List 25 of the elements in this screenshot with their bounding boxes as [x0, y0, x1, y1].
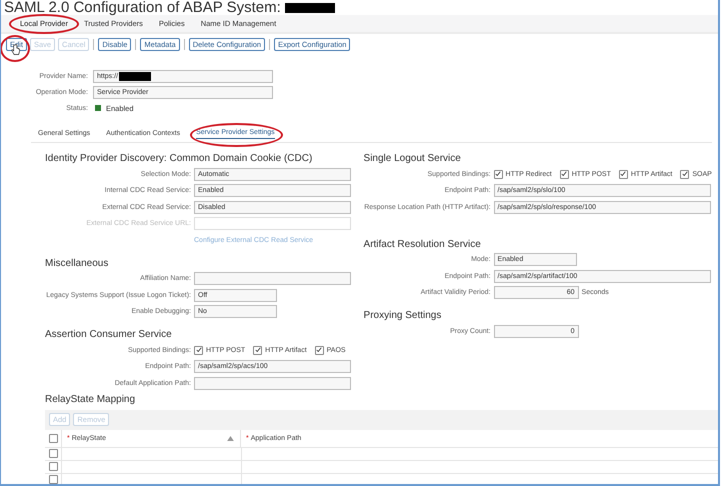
section-title: RelayState Mapping [45, 392, 136, 406]
select-all-checkbox[interactable] [48, 434, 58, 442]
section-title: Artifact Resolution Service [364, 238, 482, 252]
row-checkbox[interactable] [48, 475, 58, 484]
checkbox[interactable] [618, 170, 628, 179]
sort-icon [227, 436, 234, 440]
section-title: Assertion Consumer Service [45, 328, 173, 342]
input-field[interactable] [194, 272, 351, 286]
checkbox[interactable] [194, 346, 203, 355]
checkbox[interactable] [494, 170, 503, 179]
checkbox[interactable] [560, 170, 569, 179]
section-title: Single Logout Service [364, 152, 462, 166]
input-field[interactable] [194, 376, 351, 390]
row-checkbox[interactable] [48, 449, 58, 458]
redaction-bar [284, 2, 335, 12]
redaction-bar [119, 72, 152, 80]
section-title: Proxying Settings [364, 309, 442, 323]
section-title: Miscellaneous [45, 256, 110, 270]
checkbox[interactable] [314, 346, 324, 355]
section-title: Identity Provider Discovery: Common Domain Cookie (CDC) [45, 152, 314, 166]
checkbox[interactable] [680, 170, 690, 179]
input-field[interactable] [194, 217, 351, 230]
checkbox[interactable] [253, 346, 262, 355]
row-checkbox[interactable] [48, 462, 58, 471]
page-title: SAML 2.0 Configuration of ABAP System: [4, 0, 281, 15]
